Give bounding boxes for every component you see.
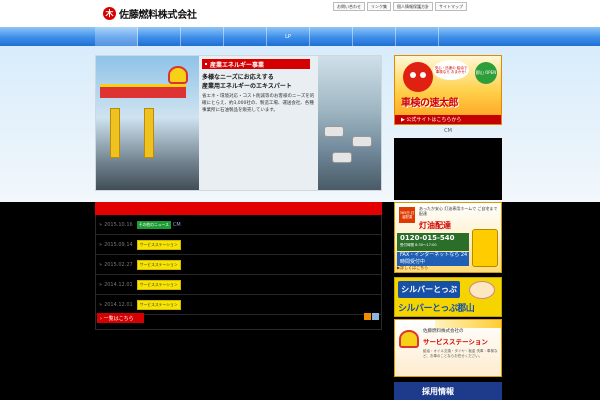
shell-logo-icon (399, 330, 419, 348)
nav-item-lp[interactable]: LP (267, 27, 310, 46)
news-header-bar (95, 202, 382, 215)
news-tag: サービスステーション (136, 299, 181, 310)
arrow-icon: » (99, 241, 103, 248)
header-link-privacy[interactable]: 個人情報保護方針 (393, 2, 433, 11)
storage-tank-icon (352, 136, 372, 147)
nav-item-8[interactable] (396, 27, 439, 46)
365-badge: 365日 灯油配達 (399, 207, 415, 223)
share-icon[interactable] (372, 313, 379, 320)
header-links: お問い合わせ リンク集 個人情報保護方針 サイトマップ (333, 2, 469, 11)
site-header: 木 佐藤燃料株式会社 お問い合わせ リンク集 個人情報保護方針 サイトマップ (0, 0, 600, 27)
official-site-link[interactable]: ▶ 公式サイトはこちらから (395, 115, 501, 124)
nav-item-2[interactable] (138, 27, 181, 46)
news-tag: サービスステーション (136, 279, 181, 290)
news-list-button[interactable]: › 一覧はこちら (97, 313, 144, 323)
hero-catch: 多様なニーズにお応えする 産業用エネルギーのエキスパート (202, 73, 314, 91)
logo-mark-icon: 木 (103, 7, 116, 20)
mascot-eye (420, 72, 426, 78)
arrow-icon: » (99, 301, 103, 308)
storage-tank-icon (324, 126, 344, 137)
kerosene-title: 灯油配達 (419, 221, 451, 230)
mascot-icon (403, 62, 433, 92)
station-canopy (100, 84, 186, 98)
mascot-banner-title: 車検の速太郎 (401, 98, 459, 109)
fax-internet-note: FAX・インターネットなら 24時間受付中 (397, 252, 469, 266)
hero-catch-line2: 産業用エネルギーのエキスパート (202, 83, 292, 90)
arrow-icon: » (99, 261, 103, 268)
news-item[interactable]: » 2015.02.27 サービスステーション (96, 255, 381, 275)
nav-item-home[interactable] (95, 27, 138, 46)
kerosene-top-text: あったか安心 灯油専用ホームで ご自宅まで配達 (419, 206, 498, 216)
service-station-banner[interactable]: 佐藤燃料株式会社の サービスステーション 給油・オイル交換・タイヤ・板金 洗車・… (394, 319, 502, 377)
news-title[interactable]: CM (173, 222, 181, 228)
feed-icons (363, 313, 379, 320)
company-logo[interactable]: 木 佐藤燃料株式会社 (103, 6, 197, 21)
kerosene-more-link[interactable]: ▶詳しくはこちら (397, 265, 428, 271)
news-item[interactable]: » 2015.09.14 サービスステーション (96, 235, 381, 255)
nav-item-3[interactable] (181, 27, 224, 46)
news-date: 2015.02.27 (104, 261, 133, 268)
fuel-pump-icon (110, 108, 120, 158)
news-date: 2014.12.01 (104, 281, 133, 288)
company-name: 佐藤燃料株式会社 (119, 10, 197, 21)
nav-item-7[interactable] (353, 27, 396, 46)
news-date: 2015.10.16 (104, 221, 133, 228)
news-tag: サービスステーション (136, 239, 181, 250)
fuel-pump-icon (144, 108, 154, 158)
cm-label: CM (444, 128, 452, 134)
silver-top-banner[interactable]: シルバーとっぷ シルバーとっぷ郡山 (394, 277, 502, 317)
kerosene-delivery-banner[interactable]: 365日 灯油配達 あったか安心 灯油専用ホームで ご自宅まで配達 灯油配達 0… (394, 202, 502, 273)
phone-hours: 受付時間 8:30〜17:00 (400, 243, 437, 247)
shaken-hayataro-banner[interactable]: 安心・迅速の 給油で 車検なら おまかせ! 郡山 OPEN 車検の速太郎 ▶ 公… (394, 55, 502, 125)
news-date: 2014.12.01 (104, 301, 133, 308)
nav-item-6[interactable] (310, 27, 353, 46)
arrow-icon: » (99, 221, 103, 228)
silver-top-title: シルバーとっぷ郡山 (398, 304, 475, 314)
open-badge: 郡山 OPEN (475, 62, 497, 84)
news-item[interactable]: » 2014.12.01 サービスステーション (96, 275, 381, 295)
hero-title: 産業エネルギー事業 (202, 59, 310, 69)
news-tag: その他のニュース (136, 220, 171, 229)
arrow-icon: » (99, 281, 103, 288)
character-icon (469, 281, 495, 299)
ss-company: 佐藤燃料株式会社の (423, 329, 464, 334)
nav-items: LP (95, 27, 439, 46)
main-area: 産業エネルギー事業 多様なニーズにお応えする 産業用エネルギーのエキスパート 省… (0, 46, 600, 202)
ss-description: 給油・オイル交換・タイヤ・板金 洗車・車検など、お車のことならお任せください。 (423, 349, 498, 358)
hero-body: 省エネ・環境対応・コスト削減等のお客様のニーズを的確にとらえ、約3,000社の、… (202, 94, 315, 113)
recruit-banner[interactable]: 採用情報 (394, 382, 502, 400)
news-date: 2015.09.14 (104, 241, 133, 248)
news-item[interactable]: » 2014.12.01 サービスステーション (96, 295, 381, 315)
mascot-eye (410, 72, 416, 78)
rss-icon[interactable] (364, 313, 371, 320)
header-link-sitemap[interactable]: サイトマップ (435, 2, 467, 11)
global-nav: LP (0, 27, 600, 46)
refinery-photo (318, 56, 381, 190)
banner-art (435, 320, 501, 328)
nav-item-4[interactable] (224, 27, 267, 46)
silver-top-logo: シルバーとっぷ (398, 281, 460, 298)
storage-tank-icon (332, 152, 352, 163)
gas-station-photo (96, 56, 199, 190)
news-item[interactable]: » 2015.10.16 その他のニュース CM (96, 215, 381, 235)
hero-catch-line1: 多様なニーズにお応えする (202, 74, 274, 81)
speech-bubble: 安心・迅速の 給油で 車検なら おまかせ! (433, 60, 469, 80)
header-link-contact[interactable]: お問い合わせ (333, 2, 365, 11)
cm-video-player[interactable] (394, 138, 502, 200)
news-tag: サービスステーション (136, 259, 181, 270)
phone-box: 0120-015-540 受付時間 8:30〜17:00 (397, 233, 469, 251)
kerosene-tank-icon (472, 229, 498, 267)
hero-banner[interactable]: 産業エネルギー事業 多様なニーズにお応えする 産業用エネルギーのエキスパート 省… (95, 55, 382, 191)
free-dial-number: 0120-015-540 (400, 234, 455, 242)
ss-title: サービスステーション (423, 338, 488, 346)
shell-logo-icon (168, 66, 188, 84)
header-link-links[interactable]: リンク集 (367, 2, 391, 11)
